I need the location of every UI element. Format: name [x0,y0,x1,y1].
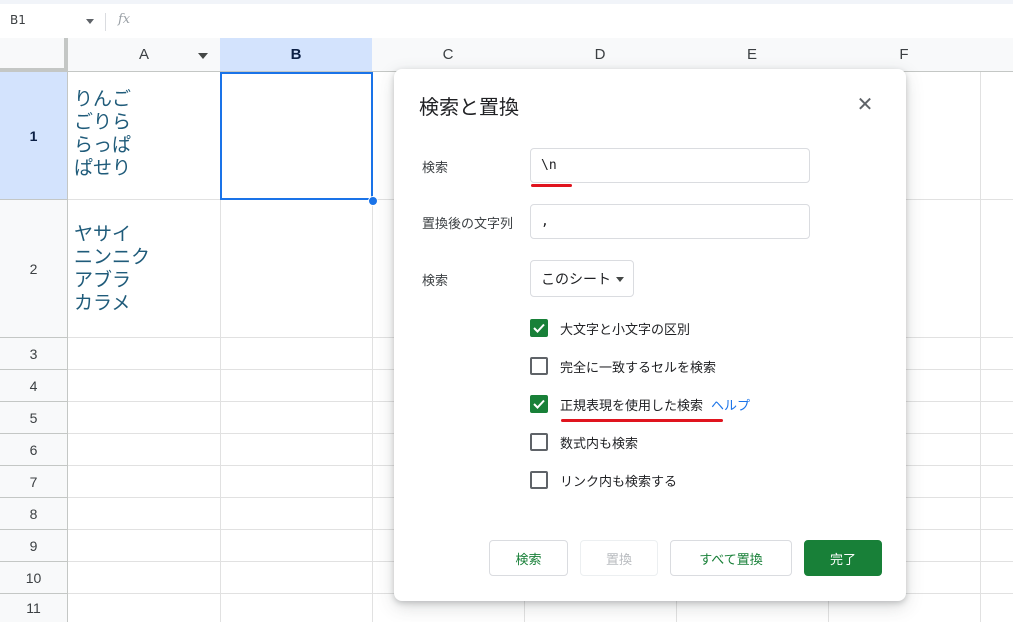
row-header-7[interactable]: 7 [0,466,68,498]
option-label: 数式内も検索 [560,436,639,452]
row-header-4[interactable]: 4 [0,370,68,402]
option-match-case[interactable]: 大文字と小文字の区別 [530,318,690,338]
row-header-3[interactable]: 3 [0,338,68,370]
column-header-b[interactable]: B [220,38,373,72]
row-label: 3 [29,345,38,362]
row-label: 9 [29,537,38,554]
row-label: 7 [29,473,38,490]
cell-line: ごりら [74,111,132,133]
option-label: 正規表現を使用した検索 [560,398,704,414]
chevron-down-icon [616,277,624,282]
option-search-links[interactable]: リンク内も検索する [530,470,677,490]
find-input[interactable]: \n [530,148,810,183]
row-header-11[interactable]: 11 [0,594,68,622]
column-header-d[interactable]: D [524,38,677,72]
row-header-1[interactable]: 1 [0,72,68,200]
cell-a1[interactable]: りんご ごりら らっぱ ぱせり [74,88,131,180]
row-header-9[interactable]: 9 [0,530,68,562]
column-header-c[interactable]: C [372,38,525,72]
column-header-f[interactable]: F [828,38,981,72]
option-search-formulas[interactable]: 数式内も検索 [530,432,638,452]
checkbox-unchecked-icon[interactable] [530,471,548,489]
cell-line: ヤサイ [74,223,132,245]
row-header-2[interactable]: 2 [0,200,68,338]
column-header-a[interactable]: A [68,38,221,72]
help-link[interactable]: ヘルプ [711,395,750,414]
checkbox-checked-icon[interactable] [530,395,548,413]
row-label: 2 [29,260,38,277]
select-all-corner[interactable] [0,38,68,72]
formula-bar-separator [105,13,106,31]
row-label: 4 [29,377,38,394]
scope-value: このシート [541,271,611,288]
row-label: 5 [29,409,38,426]
formula-bar: B1 fx [0,4,1013,39]
column-label: F [899,46,909,63]
option-regex[interactable]: 正規表現を使用した検索 ヘルプ [530,394,750,414]
cell-line: ニンニク [74,246,151,268]
done-button[interactable]: 完了 [804,540,882,576]
checkbox-unchecked-icon[interactable] [530,357,548,375]
replace-input[interactable]: , [530,204,810,239]
selected-cell-b1[interactable] [220,72,373,200]
checkbox-checked-icon[interactable] [530,319,548,337]
row-header-10[interactable]: 10 [0,562,68,594]
option-label: リンク内も検索する [560,474,678,490]
cell-line: らっぱ [74,134,132,156]
column-header-g[interactable] [980,38,1013,72]
row-header-5[interactable]: 5 [0,402,68,434]
column-label: D [594,46,606,63]
row-label: 8 [29,505,38,522]
row-label: 11 [26,600,41,616]
replace-button[interactable]: 置換 [580,540,658,576]
option-label: 大文字と小文字の区別 [560,322,691,338]
column-label: E [746,46,757,63]
option-match-entire-cell[interactable]: 完全に一致するセルを検索 [530,356,716,376]
cell-a2[interactable]: ヤサイ ニンニク アブラ カラメ [74,223,150,315]
checkbox-unchecked-icon[interactable] [530,433,548,451]
close-icon[interactable]: ✕ [856,94,874,114]
row-label: 10 [25,569,42,586]
replace-input-value: , [541,214,549,229]
scope-label: 検索 [422,274,449,289]
column-dropdown-icon[interactable] [198,53,208,59]
row-header-8[interactable]: 8 [0,498,68,530]
red-annotation-underline [561,419,723,422]
find-replace-dialog: 検索と置換 ✕ 検索 \n 置換後の文字列 , 検索 このシート 大文字と小文字… [394,69,906,601]
row-header-6[interactable]: 6 [0,434,68,466]
fill-handle[interactable] [368,196,378,206]
scope-select[interactable]: このシート [530,260,634,297]
name-box-dropdown-icon[interactable] [86,19,94,24]
row-label: 6 [29,441,38,458]
find-button[interactable]: 検索 [489,540,568,576]
row-label: 1 [29,127,38,144]
red-annotation-underline [531,184,572,187]
column-label: A [138,46,149,63]
replace-label: 置換後の文字列 [422,217,514,232]
column-header-e[interactable]: E [676,38,829,72]
cell-line: ぱせり [74,157,132,179]
find-label: 検索 [422,161,449,176]
fx-icon: fx [118,12,131,27]
name-box[interactable]: B1 [10,13,26,27]
replace-all-button[interactable]: すべて置換 [670,540,792,576]
column-label: C [442,46,454,63]
find-input-value: \n [541,158,557,173]
option-label: 完全に一致するセルを検索 [560,360,717,376]
dialog-title: 検索と置換 [419,95,519,119]
cell-line: カラメ [74,292,131,314]
cell-line: りんご [74,88,132,110]
column-label: B [290,46,302,63]
grid-line [980,72,981,622]
cell-line: アブラ [74,269,132,291]
